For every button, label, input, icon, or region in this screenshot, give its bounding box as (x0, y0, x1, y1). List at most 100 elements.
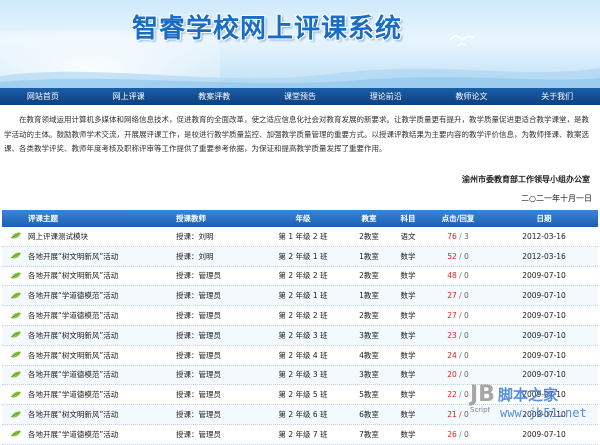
hits-separator: / (456, 370, 465, 380)
nav-item-papers[interactable]: 教师论文 (429, 88, 515, 105)
nav-item-home[interactable]: 网站首页 (0, 88, 86, 105)
nav-item-online-review[interactable]: 网上评课 (86, 88, 172, 105)
hits-cell: 27 / 0 (426, 291, 490, 300)
table-row[interactable]: 各地开展“树文明新风”活动 授课：管理员 第 2 年级 4 班 4教室 数学 24 / 0… (2, 345, 598, 366)
topic-cell: 各地开展“学道德模范”活动 (2, 389, 170, 400)
hit-count: 22 (447, 390, 457, 400)
table-row[interactable]: 网上评课测试模块 授课：刘明 第 1 年级 2 班 2教室 语文 76 / 3 2012-0… (2, 227, 598, 247)
teacher-cell: 授课：管理员 (176, 390, 221, 400)
leaf-icon (10, 312, 21, 319)
reply-count: 0 (464, 291, 469, 301)
subject-cell: 数学 (400, 311, 416, 321)
topic-link[interactable]: 各地开展“树文明新风”活动 (28, 350, 118, 361)
reply-count: 0 (464, 311, 469, 321)
topic-link[interactable]: 各地开展“树文明新风”活动 (28, 330, 118, 341)
room-cell: 2教室 (359, 271, 379, 281)
hits-cell: 76 / 3 (426, 232, 490, 241)
hits-separator: / (456, 311, 465, 321)
nav-item-about[interactable]: 关于我们 (514, 88, 600, 105)
header-grade: 年级 (295, 214, 311, 223)
date-cell: 2009-07-10 (522, 429, 566, 439)
leaf-icon (10, 411, 21, 418)
teacher-cell: 授课：管理员 (176, 291, 221, 301)
topic-link[interactable]: 各地开展“学道德模范”活动 (28, 310, 118, 321)
topic-link[interactable]: 各地开展“学道德模范”活动 (28, 429, 118, 440)
nav-item-lesson-plan[interactable]: 教案评教 (171, 88, 257, 105)
table-row[interactable]: 各地开展“学道德模范”活动 授课：管理员 第 2 年级 3 班 3教室 数学 20 / 0… (2, 365, 598, 386)
date-cell: 2009-07-10 (522, 330, 566, 340)
teacher-cell: 授课：管理员 (176, 330, 221, 340)
table-row[interactable]: 各地开展“树文明新风”活动 授课：管理员 第 2 年级 6 班 6教室 数学 21 / 0… (2, 405, 598, 425)
subject-cell: 数学 (400, 390, 416, 400)
table-row[interactable]: 各地开展“学道德模范”活动 授课：管理员 第 2 年级 1 班 1教室 数学 27 / 0… (2, 286, 598, 307)
issuing-organization: 渝州市委教育部工作领导小组办公室 (462, 174, 590, 184)
date-cell: 2009-07-10 (522, 311, 566, 321)
topic-cell: 各地开展“树文明新风”活动 (2, 270, 170, 281)
hits-cell: 27 / 0 (426, 311, 490, 320)
hits-cell: 21 / 0 (426, 410, 490, 419)
grade-cell: 第 2 年级 6 班 (278, 410, 328, 420)
birds-icon (449, 35, 475, 47)
reply-count: 0 (464, 271, 469, 281)
topic-link[interactable]: 各地开展“学道德模范”活动 (28, 389, 118, 400)
hits-separator: / (456, 410, 465, 420)
grade-cell: 第 2 年级 3 班 (278, 330, 328, 340)
date-cell: 2012-03-16 (522, 231, 566, 241)
room-cell: 2教室 (359, 231, 379, 241)
topic-link[interactable]: 网上评课测试模块 (28, 231, 88, 242)
room-cell: 1教室 (359, 291, 379, 301)
grade-cell: 第 2 年级 2 班 (278, 271, 328, 281)
hits-cell: 24 / 0 (426, 351, 490, 360)
date-cell: 2009-07-10 (522, 370, 566, 380)
hit-count: 26 (447, 429, 457, 439)
table-row[interactable]: 各地开展“学道德模范”活动 授课：管理员 第 2 年级 2 班 2教室 数学 27 / 0… (2, 306, 598, 326)
reply-count: 0 (464, 350, 469, 360)
table-row[interactable]: 各地开展“学道德模范”活动 授课：管理员 第 2 年级 5 班 5教室 数学 22 / 0… (2, 385, 598, 406)
table-row[interactable]: 各地开展“树文明新风”活动 授课：管理员 第 2 年级 3 班 3教室 数学 23 / 0… (2, 325, 598, 346)
table-header: 评课主题 授课教师 年级 教室 科目 点击/回复 日期 (2, 210, 598, 227)
topic-link[interactable]: 各地开展“学道德模范”活动 (28, 369, 118, 380)
intro-paragraph: 在教育领域运用计算机多媒体和网络信息技术，促进教育的全面改革，使之适应信息化社会… (4, 115, 589, 153)
hit-count: 27 (447, 291, 457, 301)
grade-cell: 第 2 年级 1 班 (278, 291, 328, 301)
date-cell: 2012-03-16 (522, 251, 566, 261)
header-hits: 点击/回复 (441, 214, 475, 223)
header-topic: 评课主题 (28, 214, 58, 223)
subject-cell: 数学 (400, 251, 416, 261)
hits-cell: 48 / 0 (426, 271, 490, 280)
reply-count: 3 (464, 231, 469, 241)
date-cell: 2009-07-10 (522, 350, 566, 360)
grade-cell: 第 2 年级 4 班 (278, 350, 328, 360)
topic-link[interactable]: 各地开展“树文明新风”活动 (28, 409, 118, 420)
subject-cell: 数学 (400, 330, 416, 340)
topic-link[interactable]: 各地开展“学道德模范”活动 (28, 290, 118, 301)
teacher-cell: 授课：管理员 (176, 429, 221, 439)
hit-count: 23 (447, 330, 457, 340)
topic-link[interactable]: 各地开展“树文明新风”活动 (28, 270, 118, 281)
hits-separator: / (456, 291, 465, 301)
nav-item-class-preview[interactable]: 课堂预告 (257, 88, 343, 105)
nav-item-theory[interactable]: 理论前沿 (343, 88, 429, 105)
site-banner: 智睿学校网上评课系统 (0, 0, 600, 88)
grade-cell: 第 2 年级 1 班 (278, 251, 328, 261)
date-cell: 2009-07-10 (522, 410, 566, 420)
hits-separator: / (456, 429, 465, 439)
table-row[interactable]: 各地开展“树文明新风”活动 授课：刘明 第 2 年级 1 班 1教室 数学 52 / 0 2… (2, 246, 598, 267)
leaf-icon (10, 292, 21, 299)
leaf-icon (10, 272, 21, 279)
header-subject: 科目 (400, 214, 416, 223)
hits-separator: / (456, 390, 465, 400)
table-row[interactable]: 各地开展“学道德模范”活动 授课：管理员 第 2 年级 7 班 7教室 数学 26 / 0… (2, 424, 598, 445)
topic-cell: 各地开展“树文明新风”活动 (2, 409, 170, 420)
reply-count: 0 (464, 330, 469, 340)
topic-link[interactable]: 各地开展“树文明新风”活动 (28, 251, 118, 262)
hits-separator: / (456, 330, 465, 340)
hit-count: 52 (447, 251, 457, 261)
hit-count: 48 (447, 271, 457, 281)
table-row[interactable]: 各地开展“树文明新风”活动 授课：管理员 第 2 年级 2 班 2教室 数学 48 / 0… (2, 266, 598, 287)
reply-count: 0 (464, 370, 469, 380)
topic-cell: 各地开展“学道德模范”活动 (2, 429, 170, 440)
topic-cell: 各地开展“树文明新风”活动 (2, 350, 170, 361)
grade-cell: 第 2 年级 2 班 (278, 311, 328, 321)
room-cell: 6教室 (359, 410, 379, 420)
